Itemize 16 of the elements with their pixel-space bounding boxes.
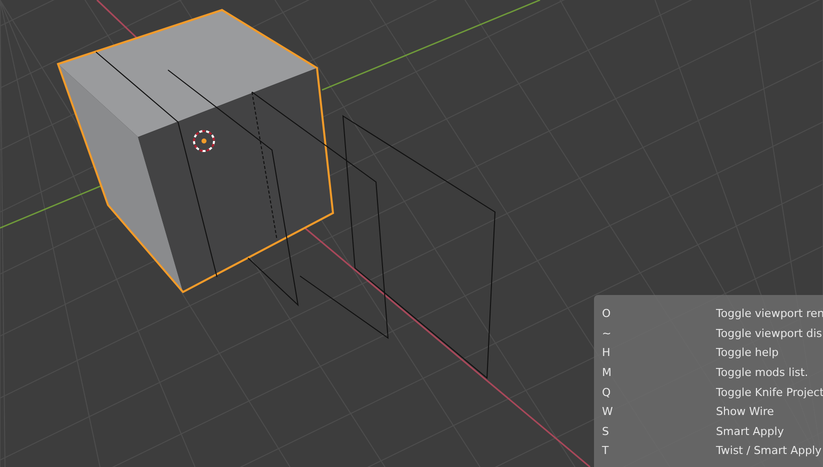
shortcut-action: Toggle mods list. [716,366,810,380]
shortcut-action: Twist / Smart Apply [716,444,823,458]
shortcut-key: S [602,424,716,438]
shortcut-action: Smart Apply [716,424,785,438]
shortcut-key: ~ [602,326,716,340]
shortcut-action: Toggle help [716,346,780,360]
shortcut-key: O [602,307,716,320]
shortcut-key: M [602,366,716,380]
shortcut-key: T [602,444,716,458]
shortcut-key: W [602,405,716,418]
shortcut-action: Toggle viewport dis [716,326,823,340]
shortcut-key: H [602,346,716,360]
3d-cursor-icon [193,130,215,152]
shortcut-action: Show Wire [716,405,775,418]
shortcut-action: Toggle viewport ren [716,307,823,320]
shortcut-key: Q [602,386,716,399]
